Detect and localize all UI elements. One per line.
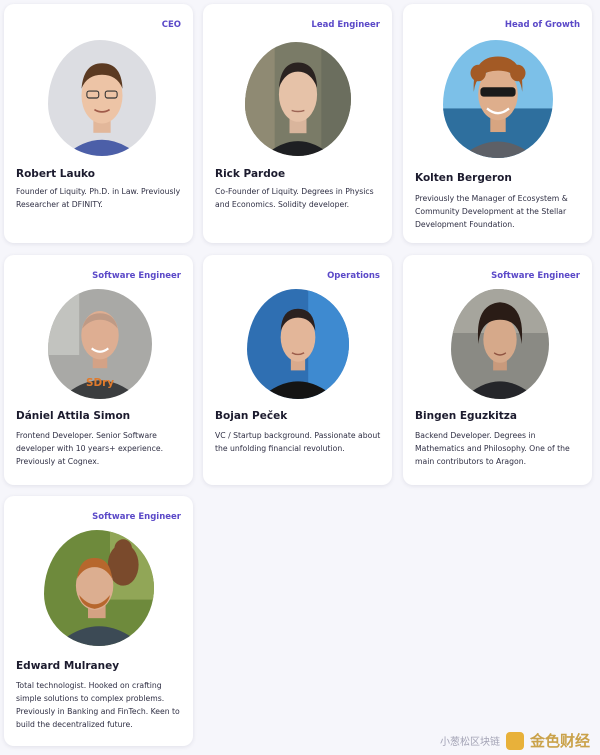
member-name: Robert Lauko xyxy=(16,168,95,180)
member-bio: Backend Developer. Degrees in Mathematic… xyxy=(415,431,570,466)
avatar-photo: SDry xyxy=(48,289,152,399)
member-name: Dániel Attila Simon xyxy=(16,410,131,422)
team-card: Operations Bojan Peček VC / Startup back… xyxy=(203,255,392,485)
team-card: Software Engineer SDry Dániel Attila Sim… xyxy=(4,255,193,485)
svg-text:SDry: SDry xyxy=(86,376,114,389)
avatar-photo xyxy=(443,40,553,158)
avatar-photo xyxy=(44,530,154,646)
watermark: 小葱松区块链 金色财经 xyxy=(440,730,590,751)
member-name: Kolten Bergeron xyxy=(415,172,512,184)
role-label: Head of Growth xyxy=(504,20,580,30)
watermark-line2: 金色财经 xyxy=(529,732,590,750)
team-card: CEO Robert Lauko Founder of Liquity. Ph.… xyxy=(4,4,193,243)
avatar-photo xyxy=(48,40,156,156)
role-label: Software Engineer xyxy=(92,271,181,281)
member-name: Rick Pardoe xyxy=(215,168,286,180)
member-bio: Co-Founder of Liquity. Degrees in Physic… xyxy=(215,187,374,209)
avatar-photo xyxy=(247,289,349,399)
role-label: Software Engineer xyxy=(491,271,580,281)
team-card: Head of Growth Kolten Bergeron Previousl… xyxy=(403,4,592,243)
role-label: Lead Engineer xyxy=(311,20,380,30)
avatar-photo xyxy=(451,289,549,399)
member-name: Bojan Peček xyxy=(215,410,288,422)
member-name: Bingen Eguzkitza xyxy=(415,410,517,422)
member-name: Edward Mulraney xyxy=(16,660,120,672)
watermark-line1: 小葱松区块链 xyxy=(439,737,500,748)
role-label: CEO xyxy=(161,20,181,30)
avatar-photo xyxy=(245,42,351,156)
member-bio: Previously the Manager of Ecosystem & Co… xyxy=(415,194,568,229)
role-label: Operations xyxy=(327,271,380,281)
team-card: Software Engineer Edward Mulraney Total … xyxy=(4,496,193,746)
team-card: Lead Engineer Rick Pardoe Co-Founder of … xyxy=(203,4,392,243)
team-card: Software Engineer Bingen Eguzkitza Backe… xyxy=(403,255,592,485)
member-bio: Founder of Liquity. Ph.D. in Law. Previo… xyxy=(16,187,181,209)
member-bio: Frontend Developer. Senior Software deve… xyxy=(16,431,164,466)
coin-logo-icon xyxy=(505,731,524,750)
role-label: Software Engineer xyxy=(92,512,181,522)
member-bio: VC / Startup background. Passionate abou… xyxy=(215,431,381,453)
member-bio: Total technologist. Hooked on crafting s… xyxy=(16,681,180,729)
